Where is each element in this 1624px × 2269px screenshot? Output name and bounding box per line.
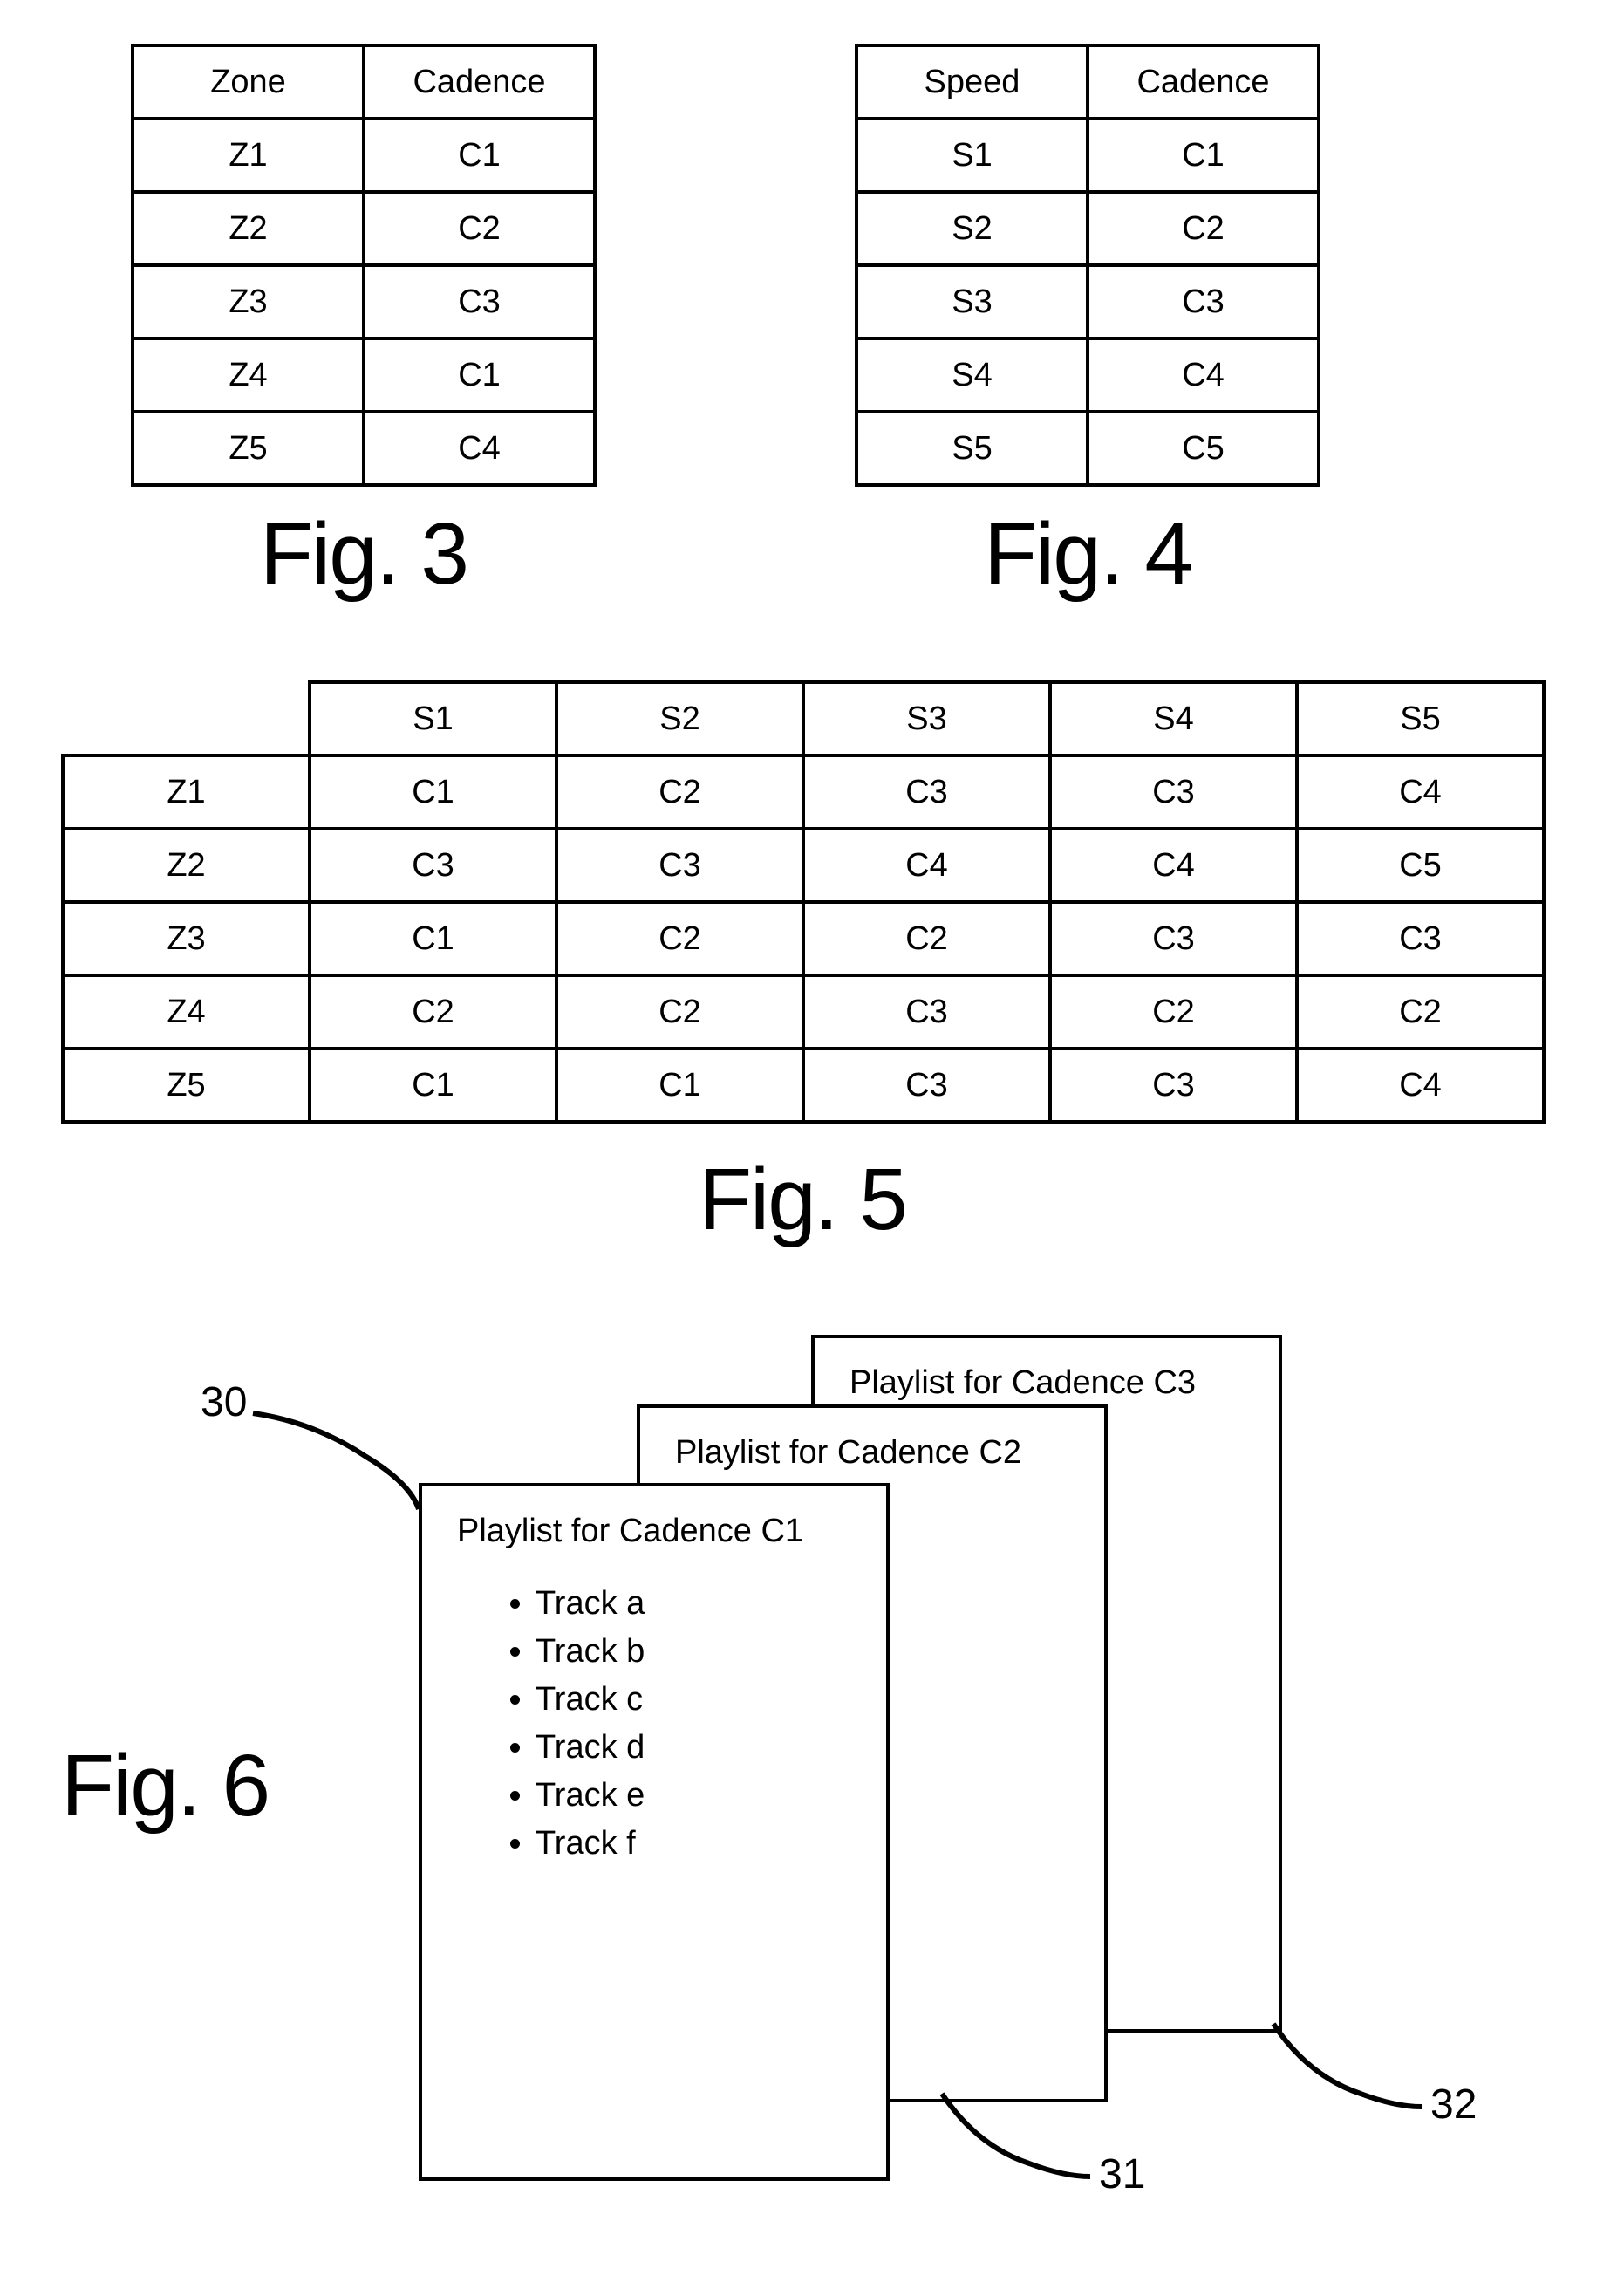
fig5-cell: C2 xyxy=(556,755,803,829)
track-item: Track f xyxy=(536,1825,851,1862)
fig5-cell: C3 xyxy=(803,1049,1050,1122)
fig4-cell: C1 xyxy=(1088,119,1319,192)
track-item: Track c xyxy=(536,1681,851,1719)
fig5-cell: C2 xyxy=(1050,975,1297,1049)
fig5-cell: C5 xyxy=(1297,829,1544,902)
track-item: Track a xyxy=(536,1585,851,1623)
fig3-cell: C2 xyxy=(364,192,595,265)
fig3-cell: C1 xyxy=(364,338,595,412)
fig5-table: S1 S2 S3 S4 S5 Z1 C1 C2 C3 C3 C4 Z2 C3 C… xyxy=(61,680,1546,1124)
fig3-table: Zone Cadence Z1C1 Z2C2 Z3C3 Z4C1 Z5C4 xyxy=(131,44,597,487)
fig3-cell: C4 xyxy=(364,412,595,485)
fig5-row-header: Z2 xyxy=(63,829,310,902)
fig5-col-header: S2 xyxy=(556,682,803,755)
fig4-cell: S1 xyxy=(856,119,1088,192)
fig5-cell: C3 xyxy=(1050,755,1297,829)
fig4-cell: C2 xyxy=(1088,192,1319,265)
fig4-header-speed: Speed xyxy=(856,45,1088,119)
fig4-caption: Fig. 4 xyxy=(855,504,1320,605)
fig3-header-zone: Zone xyxy=(133,45,364,119)
playlist-c3-title: Playlist for Cadence C3 xyxy=(850,1364,1244,1402)
fig5-row-header: Z3 xyxy=(63,902,310,975)
fig4-cell: C4 xyxy=(1088,338,1319,412)
fig4-cell: S2 xyxy=(856,192,1088,265)
track-item: Track e xyxy=(536,1777,851,1815)
fig5-col-header: S3 xyxy=(803,682,1050,755)
track-item: Track b xyxy=(536,1633,851,1671)
fig3-block: Zone Cadence Z1C1 Z2C2 Z3C3 Z4C1 Z5C4 Fi… xyxy=(131,44,597,605)
fig6-block: Playlist for Cadence C3 Playlist for Cad… xyxy=(61,1335,1561,2207)
leader-30 xyxy=(253,1413,427,1518)
playlist-c2-title: Playlist for Cadence C2 xyxy=(675,1434,1069,1472)
ref-31: 31 xyxy=(1099,2150,1145,2198)
fig3-caption: Fig. 3 xyxy=(131,504,597,605)
fig5-cell: C1 xyxy=(556,1049,803,1122)
fig5-col-header: S1 xyxy=(310,682,556,755)
fig5-cell: C3 xyxy=(803,975,1050,1049)
fig4-block: Speed Cadence S1C1 S2C2 S3C3 S4C4 S5C5 F… xyxy=(855,44,1320,605)
fig5-cell: C3 xyxy=(310,829,556,902)
fig5-cell: C4 xyxy=(1297,1049,1544,1122)
fig5-cell: C4 xyxy=(1297,755,1544,829)
fig4-cell: S5 xyxy=(856,412,1088,485)
fig5-cell: C3 xyxy=(803,755,1050,829)
fig5-block: S1 S2 S3 S4 S5 Z1 C1 C2 C3 C3 C4 Z2 C3 C… xyxy=(61,680,1546,1250)
fig5-col-header: S4 xyxy=(1050,682,1297,755)
fig5-row-header: Z1 xyxy=(63,755,310,829)
fig3-cell: Z4 xyxy=(133,338,364,412)
fig5-row-header: Z5 xyxy=(63,1049,310,1122)
fig5-corner xyxy=(63,682,310,755)
fig3-cell: Z2 xyxy=(133,192,364,265)
fig4-table: Speed Cadence S1C1 S2C2 S3C3 S4C4 S5C5 xyxy=(855,44,1320,487)
fig4-cell: C3 xyxy=(1088,265,1319,338)
fig5-cell: C3 xyxy=(1050,902,1297,975)
ref-30: 30 xyxy=(201,1378,247,1426)
fig5-cell: C1 xyxy=(310,1049,556,1122)
fig4-cell: S4 xyxy=(856,338,1088,412)
fig5-cell: C4 xyxy=(1050,829,1297,902)
fig5-cell: C2 xyxy=(803,902,1050,975)
ref-32: 32 xyxy=(1430,2081,1477,2129)
leader-31 xyxy=(942,2094,1099,2190)
leader-32 xyxy=(1273,2024,1430,2120)
fig3-cell: C3 xyxy=(364,265,595,338)
fig5-row-header: Z4 xyxy=(63,975,310,1049)
fig5-cell: C1 xyxy=(310,902,556,975)
fig5-cell: C2 xyxy=(1297,975,1544,1049)
fig5-cell: C3 xyxy=(1050,1049,1297,1122)
playlist-c1-tracks: Track a Track b Track c Track d Track e … xyxy=(457,1585,851,1862)
fig5-cell: C1 xyxy=(310,755,556,829)
fig5-cell: C4 xyxy=(803,829,1050,902)
fig5-cell: C2 xyxy=(310,975,556,1049)
track-item: Track d xyxy=(536,1729,851,1767)
fig3-header-cadence: Cadence xyxy=(364,45,595,119)
fig5-cell: C3 xyxy=(1297,902,1544,975)
fig5-cell: C2 xyxy=(556,902,803,975)
playlist-c1: Playlist for Cadence C1 Track a Track b … xyxy=(419,1483,890,2181)
fig5-cell: C3 xyxy=(556,829,803,902)
fig3-cell: Z1 xyxy=(133,119,364,192)
fig4-cell: S3 xyxy=(856,265,1088,338)
fig5-caption: Fig. 5 xyxy=(61,1150,1544,1250)
fig4-cell: C5 xyxy=(1088,412,1319,485)
fig4-header-cadence: Cadence xyxy=(1088,45,1319,119)
fig3-cell: C1 xyxy=(364,119,595,192)
playlist-c1-title: Playlist for Cadence C1 xyxy=(457,1513,851,1550)
fig3-cell: Z5 xyxy=(133,412,364,485)
fig3-cell: Z3 xyxy=(133,265,364,338)
fig6-caption: Fig. 6 xyxy=(61,1736,269,1836)
fig5-cell: C2 xyxy=(556,975,803,1049)
fig5-col-header: S5 xyxy=(1297,682,1544,755)
